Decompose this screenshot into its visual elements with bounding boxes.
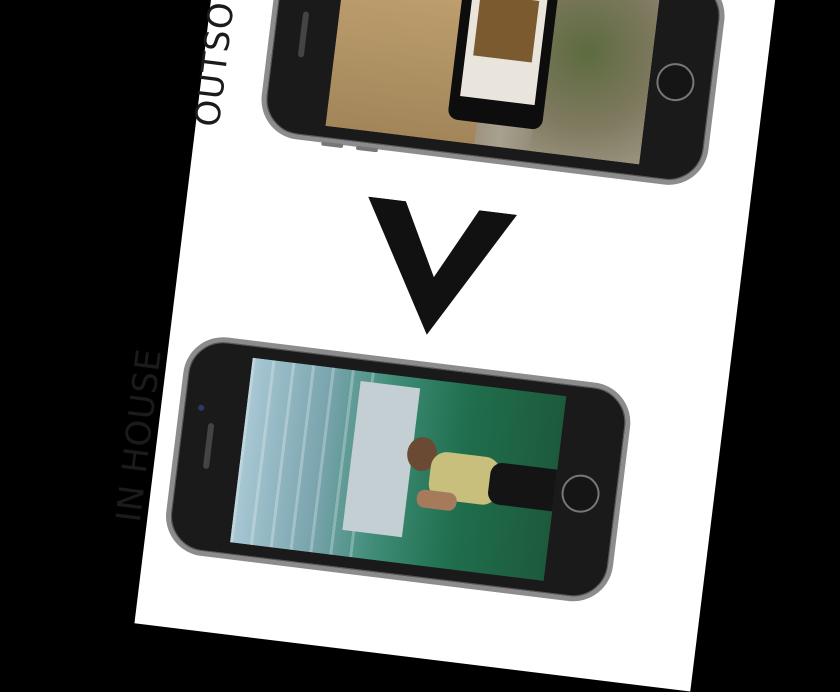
inner-phone-image — [473, 0, 539, 63]
outsourced-label: OUTSOURC — [188, 0, 252, 129]
speaker-icon — [298, 11, 310, 57]
home-button — [654, 61, 696, 103]
golfer-legs — [487, 462, 567, 520]
phone-outsourced — [257, 0, 729, 189]
phone-in-house — [161, 333, 634, 606]
slide-sheet: OUTSOURC IN HOUSE — [134, 0, 775, 692]
phone-screen-in-house — [230, 358, 566, 581]
speaker-icon — [203, 423, 215, 469]
inner-phone-screen — [460, 0, 549, 105]
in-house-video-frame — [230, 358, 566, 581]
golfer-arm — [416, 489, 458, 512]
phone-screen-outsourced — [325, 0, 660, 164]
home-button — [559, 472, 601, 514]
camera-icon — [198, 404, 205, 411]
outsourced-video-frame — [325, 0, 660, 164]
chevron-down-icon — [352, 197, 517, 344]
in-house-label: IN HOUSE — [109, 346, 170, 524]
volume-button — [321, 141, 343, 148]
volume-button — [356, 146, 378, 153]
